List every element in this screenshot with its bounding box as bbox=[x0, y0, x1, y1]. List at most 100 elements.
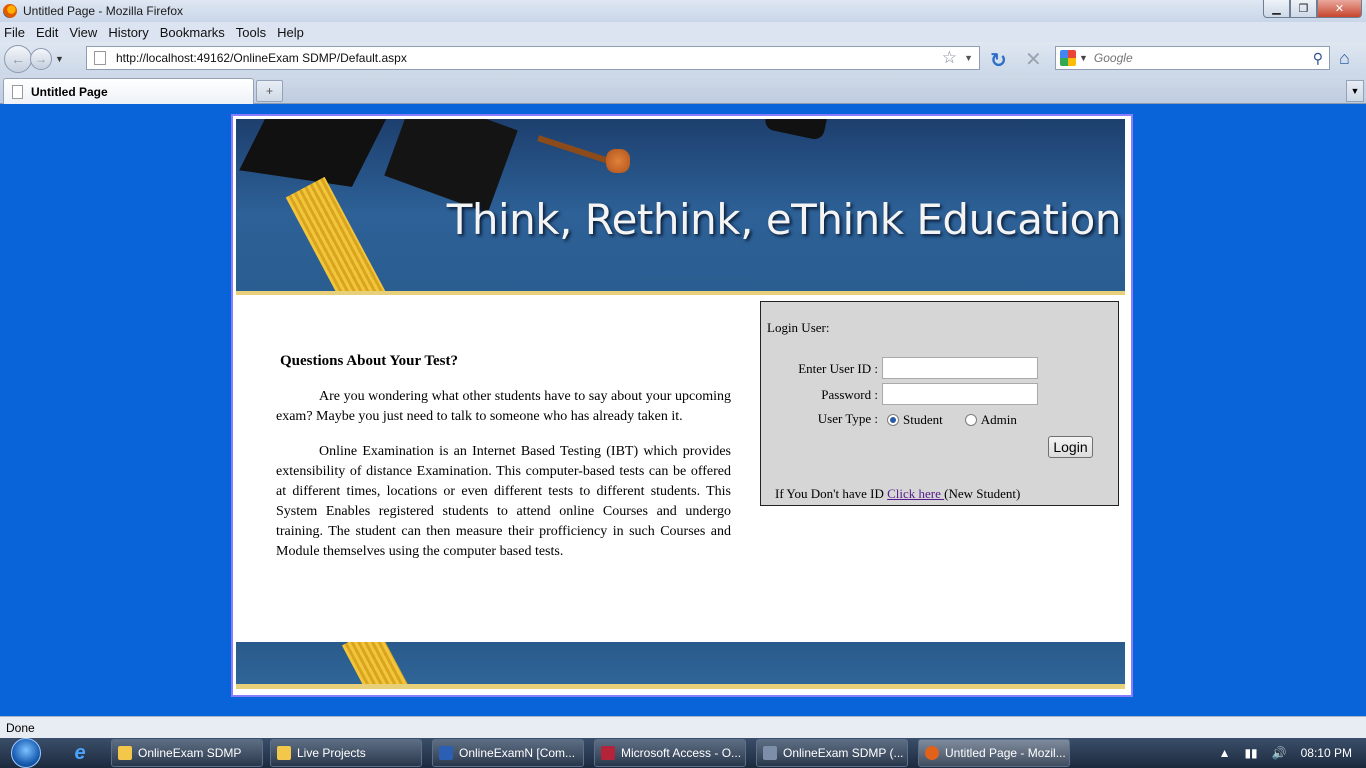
bookmark-star-icon[interactable]: ☆ bbox=[942, 48, 957, 68]
url-dropdown-icon[interactable]: ▼ bbox=[964, 53, 973, 63]
info-paragraph: Online Examination is an Internet Based … bbox=[276, 444, 731, 559]
tab-label: Untitled Page bbox=[31, 84, 108, 99]
page-icon bbox=[94, 51, 106, 65]
taskbar-item[interactable]: Live Projects bbox=[270, 739, 422, 767]
address-bar[interactable]: http://localhost:49162/OnlineExam SDMP/D… bbox=[86, 46, 980, 70]
divider bbox=[236, 684, 1125, 689]
tray-arrow-icon[interactable]: ▲ bbox=[1219, 746, 1231, 760]
taskbar-item-label: Microsoft Access - O... bbox=[621, 746, 742, 760]
status-bar: Done bbox=[0, 716, 1366, 738]
system-tray: ▲ ▮▮ 🔊 08:10 PM bbox=[1219, 738, 1366, 768]
taskbar-item-active[interactable]: Untitled Page - Mozil... bbox=[918, 739, 1070, 767]
taskbar-item-label: OnlineExamN [Com... bbox=[459, 746, 576, 760]
menu-help[interactable]: Help bbox=[277, 25, 304, 40]
login-button[interactable]: Login bbox=[1048, 436, 1093, 458]
taskbar-item-label: OnlineExam SDMP bbox=[138, 746, 242, 760]
taskbar-item[interactable]: OnlineExam SDMP (... bbox=[756, 739, 908, 767]
menu-view[interactable]: View bbox=[69, 25, 97, 40]
close-button[interactable]: ✕ bbox=[1317, 0, 1362, 18]
password-input[interactable] bbox=[882, 383, 1038, 405]
search-engine-dropdown-icon[interactable]: ▼ bbox=[1079, 53, 1088, 63]
taskbar-item-label: Live Projects bbox=[297, 746, 366, 760]
user-type-radio-group: Student Admin bbox=[887, 412, 1039, 428]
menu-edit[interactable]: Edit bbox=[36, 25, 58, 40]
taskbar-item[interactable]: OnlineExam SDMP bbox=[111, 739, 263, 767]
reload-icon[interactable]: ↻ bbox=[990, 48, 1007, 73]
menu-tools[interactable]: Tools bbox=[236, 25, 266, 40]
info-paragraph: Are you wondering what other students ha… bbox=[276, 389, 731, 424]
banner-slogan: Think, Rethink, eThink Education bbox=[446, 195, 1122, 244]
taskbar-item-label: OnlineExam SDMP (... bbox=[783, 746, 904, 760]
page-viewport: Think, Rethink, eThink Education Questio… bbox=[0, 105, 1366, 715]
forward-arrow-icon[interactable]: → bbox=[30, 47, 52, 70]
header-banner: Think, Rethink, eThink Education bbox=[236, 119, 1125, 291]
student-radio-label[interactable]: Student bbox=[903, 412, 943, 428]
home-icon[interactable]: ⌂ bbox=[1339, 48, 1350, 69]
firefox-logo-icon bbox=[3, 4, 17, 18]
info-section: Questions About Your Test? Are you wonde… bbox=[276, 353, 731, 577]
menu-file[interactable]: File bbox=[4, 25, 25, 40]
new-user-line: If You Don't have ID Click here (New Stu… bbox=[775, 486, 1020, 502]
window-titlebar: Untitled Page - Mozilla Firefox ▁ ❐ ✕ bbox=[0, 0, 1366, 22]
search-input[interactable] bbox=[1093, 51, 1294, 65]
minimize-button[interactable]: ▁ bbox=[1263, 0, 1290, 18]
url-text[interactable]: http://localhost:49162/OnlineExam SDMP/D… bbox=[116, 51, 407, 65]
start-button[interactable] bbox=[6, 738, 46, 768]
back-arrow-icon[interactable]: ← bbox=[4, 44, 32, 73]
taskbar-item[interactable]: Microsoft Access - O... bbox=[594, 739, 746, 767]
star-icon bbox=[277, 746, 291, 760]
page-icon bbox=[12, 84, 23, 99]
visual-studio-icon bbox=[763, 746, 777, 760]
volume-icon[interactable]: 🔊 bbox=[1272, 746, 1287, 760]
windows-taskbar: e OnlineExam SDMP Live Projects OnlineEx… bbox=[0, 738, 1366, 768]
admin-radio[interactable] bbox=[964, 414, 977, 426]
tassel-end-image bbox=[606, 149, 630, 173]
status-text: Done bbox=[6, 720, 35, 735]
tab-list-dropdown-icon[interactable]: ▼ bbox=[1346, 80, 1364, 102]
history-dropdown-icon[interactable]: ▼ bbox=[55, 54, 64, 64]
new-tab-button[interactable]: + bbox=[256, 80, 283, 102]
tassel-image bbox=[285, 176, 391, 291]
windows-logo-icon bbox=[11, 738, 41, 768]
menu-history[interactable]: History bbox=[108, 25, 148, 40]
window-controls: ▁ ❐ ✕ bbox=[1263, 0, 1362, 18]
clock[interactable]: 08:10 PM bbox=[1301, 746, 1352, 760]
stop-icon[interactable]: ✕ bbox=[1025, 47, 1042, 72]
search-icon[interactable]: ⚲ bbox=[1313, 50, 1323, 67]
access-icon bbox=[601, 746, 615, 760]
word-icon bbox=[439, 746, 453, 760]
graduation-cap-image bbox=[763, 119, 829, 141]
login-panel: Login User: Enter User ID : Password : U… bbox=[760, 301, 1119, 506]
window-title: Untitled Page - Mozilla Firefox bbox=[23, 4, 184, 18]
back-forward-group: ← → ▼ bbox=[4, 44, 76, 73]
folder-icon bbox=[118, 746, 132, 760]
tab-untitled-page[interactable]: Untitled Page bbox=[3, 78, 254, 104]
divider bbox=[236, 291, 1125, 295]
tassel-image bbox=[341, 642, 411, 684]
student-radio[interactable] bbox=[887, 414, 899, 426]
footer-banner bbox=[236, 642, 1125, 684]
login-title: Login User: bbox=[767, 320, 830, 335]
internet-explorer-icon[interactable]: e bbox=[60, 739, 100, 767]
taskbar-item-label: Untitled Page - Mozil... bbox=[945, 746, 1066, 760]
network-icon[interactable]: ▮▮ bbox=[1244, 746, 1257, 760]
new-user-prefix: If You Don't have ID bbox=[775, 486, 888, 501]
taskbar-item[interactable]: OnlineExamN [Com... bbox=[432, 739, 584, 767]
menu-bar: File Edit View History Bookmarks Tools H… bbox=[0, 22, 1366, 42]
google-engine-icon[interactable] bbox=[1060, 50, 1076, 66]
search-bar[interactable]: ▼ ⚲ bbox=[1055, 46, 1330, 70]
user-id-input[interactable] bbox=[882, 357, 1038, 379]
firefox-icon bbox=[925, 746, 939, 760]
admin-radio-label[interactable]: Admin bbox=[981, 412, 1017, 428]
graduation-cap-image bbox=[239, 119, 397, 187]
section-heading: Questions About Your Test? bbox=[280, 353, 458, 369]
tab-bar: Untitled Page + ▼ bbox=[0, 75, 1366, 104]
password-label: Password : bbox=[821, 387, 878, 402]
menu-bookmarks[interactable]: Bookmarks bbox=[160, 25, 225, 40]
user-type-label: User Type : bbox=[817, 411, 878, 426]
new-user-suffix: (New Student) bbox=[944, 486, 1021, 501]
maximize-button[interactable]: ❐ bbox=[1290, 0, 1317, 18]
page-container: Think, Rethink, eThink Education Questio… bbox=[231, 114, 1133, 697]
click-here-link[interactable]: Click here bbox=[887, 486, 944, 501]
user-id-label: Enter User ID : bbox=[798, 361, 878, 376]
